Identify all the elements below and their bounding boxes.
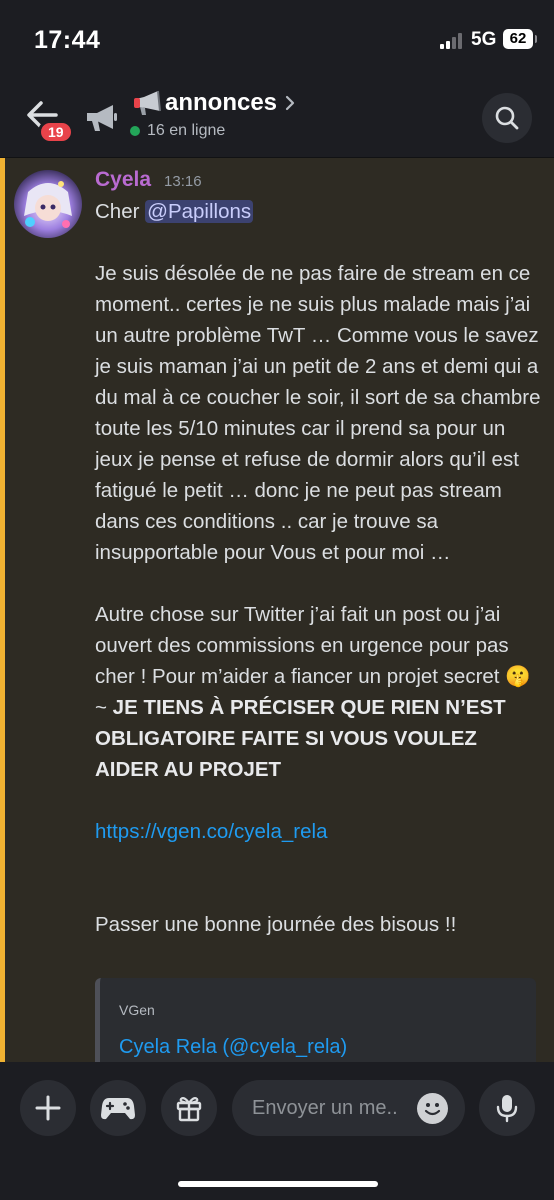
plus-icon [35, 1095, 61, 1121]
mention-highlight-bar [0, 158, 5, 1062]
paragraph-1: Je suis désolée de ne pas faire de strea… [95, 262, 541, 564]
bold-notice: JE TIENS À PRÉCISER QUE RIEN N’EST OBLIG… [95, 696, 506, 781]
search-icon [495, 106, 519, 130]
message-header: Cyela 13:16 [95, 168, 202, 192]
channel-title-button[interactable]: annonces [132, 88, 295, 118]
embed-title[interactable]: Cyela Rela (@cyela_rela) [119, 1036, 347, 1059]
message-timestamp: 13:16 [164, 173, 202, 190]
paragraph-2: Autre chose sur Twitter j’ai fait un pos… [95, 599, 543, 785]
avatar[interactable] [14, 170, 82, 238]
voice-message-button[interactable] [479, 1080, 535, 1136]
gift-button[interactable] [161, 1080, 217, 1136]
channel-header: 19 annonces 16 en ligne [0, 82, 554, 158]
link-embed[interactable]: VGen Cyela Rela (@cyela_rela) [95, 978, 536, 1062]
closing-line: Passer une bonne journée des bisous !! [95, 913, 457, 936]
unread-badge: 19 [38, 120, 74, 144]
paragraph-2-text: Autre chose sur Twitter j’ai fait un pos… [95, 603, 509, 688]
search-button[interactable] [482, 93, 532, 143]
megaphone-icon [134, 90, 161, 115]
vgen-link[interactable]: https://vgen.co/cyela_rela [95, 820, 327, 843]
channel-name: annonces [165, 89, 278, 116]
microphone-icon [496, 1095, 518, 1123]
message-input-placeholder: Envoyer un me.. [252, 1097, 398, 1119]
greeting-text: Cher [95, 200, 146, 223]
greeting-line: Cher @Papillons [95, 196, 543, 227]
emoji-button[interactable] [417, 1093, 448, 1124]
embed-provider: VGen [119, 1002, 155, 1018]
online-count: 16 en ligne [147, 122, 226, 139]
status-bar: 17:44 5G 62 [0, 0, 554, 82]
home-indicator[interactable] [178, 1181, 378, 1187]
shushing-emoji: 🤫 [505, 665, 531, 688]
network-type: 5G [471, 29, 497, 50]
gift-icon [176, 1097, 202, 1122]
activities-button[interactable] [90, 1080, 146, 1136]
role-mention[interactable]: @Papillons [145, 200, 254, 223]
author-name[interactable]: Cyela [95, 168, 151, 192]
message-composer: Envoyer un me.. [0, 1062, 554, 1200]
message-input[interactable]: Envoyer un me.. [232, 1080, 465, 1136]
add-button[interactable] [20, 1080, 76, 1136]
message-content: Cher @Papillons Je suis désolée de ne pa… [95, 196, 543, 940]
battery-icon: 62 [503, 29, 537, 49]
online-status: 16 en ligne [130, 122, 225, 140]
clock: 17:44 [34, 26, 101, 54]
gamepad-icon [101, 1098, 135, 1120]
signal-icon [440, 33, 466, 49]
tilde-text: ~ [95, 696, 113, 719]
smiley-icon [424, 1103, 441, 1116]
online-dot [130, 126, 140, 136]
chevron-right-icon [285, 95, 295, 111]
announcement-channel-icon [84, 102, 120, 134]
message-list[interactable]: Cyela 13:16 Cher @Papillons Je suis déso… [0, 158, 554, 1062]
